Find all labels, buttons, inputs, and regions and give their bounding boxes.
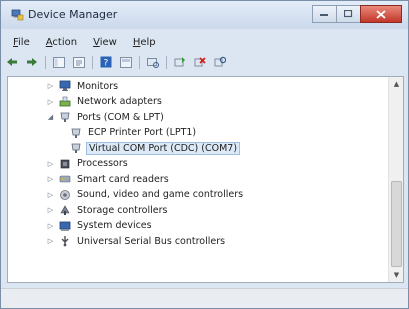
- menu-item-accelerator: V: [93, 37, 100, 48]
- device-tree-pane[interactable]: ▷ Monitors ▷ Network adapters ◢ Ports (COM & …: [7, 76, 404, 283]
- scan-hardware-icon: [147, 57, 159, 68]
- toolbar: ?: [5, 53, 233, 71]
- device-manager-window: Device Manager File Action View Help ? ▷…: [0, 0, 409, 309]
- tree-node-label: Processors: [77, 158, 128, 169]
- tree-node-label: Monitors: [77, 80, 119, 92]
- menu-bar: File Action View Help: [5, 37, 164, 51]
- sound-icon: [59, 189, 71, 201]
- uninstall-icon: [194, 57, 206, 67]
- menu-item[interactable]: Help: [125, 37, 164, 51]
- menu-item-label: ction: [52, 37, 78, 48]
- forward-icon: [27, 58, 37, 66]
- device-category[interactable]: ▷ Network adapters: [46, 95, 164, 109]
- uninstall-button[interactable]: [193, 55, 207, 69]
- tree-node-label: Smart card readers: [77, 173, 169, 185]
- svg-text:?: ?: [104, 59, 109, 69]
- collapsed-arrow-icon[interactable]: ▷: [46, 206, 55, 215]
- network-adapter-icon: [59, 96, 71, 108]
- usb-icon: [59, 235, 71, 247]
- expanded-arrow-icon[interactable]: ◢: [46, 113, 55, 122]
- scroll-down-button[interactable]: ▼: [389, 268, 404, 282]
- properties-icon: [73, 56, 85, 68]
- device-category[interactable]: ◢ Ports (COM & LPT): [46, 110, 166, 124]
- port-icon: [59, 111, 71, 123]
- menu-item-label: iew: [99, 37, 117, 48]
- monitor-icon: [59, 80, 71, 92]
- title-bar[interactable]: Device Manager: [1, 1, 408, 29]
- tree-node-label: System devices: [77, 220, 152, 231]
- device-category[interactable]: ▷ Smart card readers: [46, 172, 171, 186]
- port-icon: [70, 127, 82, 139]
- tree-node-label: ECP Printer Port (LPT1): [88, 127, 197, 138]
- window-title: Device Manager: [28, 8, 118, 21]
- caption-buttons: [312, 5, 402, 23]
- device-category[interactable]: ▷ Processors: [46, 157, 130, 171]
- toolbar-separator: [92, 55, 93, 69]
- menu-item-label: ile: [18, 37, 30, 48]
- menu-item[interactable]: Action: [38, 37, 85, 51]
- minimize-icon: [320, 14, 328, 16]
- collapsed-arrow-icon[interactable]: ▷: [46, 97, 55, 106]
- tree-node-label: Ports (COM & LPT): [77, 111, 164, 123]
- scroll-down-arrow-icon: ▼: [393, 271, 400, 279]
- update-driver-icon: [174, 57, 185, 67]
- device-category[interactable]: ▷ Storage controllers: [46, 203, 169, 217]
- toolbar-separator: [139, 55, 140, 69]
- smart-card-icon: [59, 173, 71, 185]
- device-category[interactable]: ▷ Monitors: [46, 79, 120, 93]
- collapsed-arrow-icon[interactable]: ▷: [46, 221, 55, 230]
- toolbar-separator: [45, 55, 46, 69]
- scan-hardware-button[interactable]: [146, 55, 160, 69]
- processor-icon: [59, 158, 71, 170]
- device-category[interactable]: ▷ Universal Serial Bus controllers: [46, 234, 227, 248]
- menu-item[interactable]: View: [85, 37, 125, 51]
- forward-button[interactable]: [25, 55, 39, 69]
- disable-button[interactable]: [213, 55, 227, 69]
- scrollbar-thumb[interactable]: [391, 181, 402, 267]
- vertical-scrollbar[interactable]: ▲ ▼: [388, 77, 403, 282]
- update-driver-button[interactable]: [173, 55, 187, 69]
- collapsed-arrow-icon[interactable]: ▷: [46, 190, 55, 199]
- close-button[interactable]: [360, 5, 402, 23]
- show-hide-tree-icon: [53, 56, 65, 68]
- tree-node-label: Storage controllers: [77, 204, 168, 216]
- disable-icon: [214, 56, 226, 67]
- menu-item-label: elp: [140, 37, 156, 48]
- properties-button[interactable]: [72, 55, 86, 69]
- storage-icon: [59, 204, 71, 216]
- scroll-up-button[interactable]: ▲: [389, 77, 404, 91]
- status-bar: [1, 288, 408, 308]
- device-item[interactable]: ECP Printer Port (LPT1): [70, 126, 198, 140]
- maximize-button[interactable]: [336, 5, 361, 23]
- tree-node-label: Virtual COM Port (CDC) (COM7): [86, 141, 241, 155]
- minimize-button[interactable]: [312, 5, 337, 23]
- system-device-icon: [59, 220, 71, 232]
- back-icon: [7, 58, 17, 66]
- toolbar-separator: [166, 55, 167, 69]
- refresh-icon: [120, 56, 132, 68]
- maximize-icon: [344, 10, 353, 18]
- menu-item[interactable]: File: [5, 37, 38, 51]
- help-button[interactable]: ?: [99, 55, 113, 69]
- collapsed-arrow-icon[interactable]: ▷: [46, 237, 55, 246]
- tree-node-label: Sound, video and game controllers: [77, 189, 244, 200]
- device-category[interactable]: ▷ Sound, video and game controllers: [46, 188, 245, 202]
- tree-node-label: Network adapters: [77, 96, 162, 107]
- help-icon: ?: [100, 56, 112, 68]
- collapsed-arrow-icon[interactable]: ▷: [46, 82, 55, 91]
- refresh-button[interactable]: [119, 55, 133, 69]
- device-category[interactable]: ▷ System devices: [46, 219, 154, 233]
- close-icon: [376, 9, 386, 19]
- device-manager-icon: [11, 9, 24, 21]
- show-hide-tree-button[interactable]: [52, 55, 66, 69]
- tree-node-label: Universal Serial Bus controllers: [77, 235, 226, 247]
- collapsed-arrow-icon[interactable]: ▷: [46, 159, 55, 168]
- device-item[interactable]: Virtual COM Port (CDC) (COM7): [70, 141, 241, 155]
- scroll-up-arrow-icon: ▲: [393, 80, 400, 88]
- back-button[interactable]: [5, 55, 19, 69]
- collapsed-arrow-icon[interactable]: ▷: [46, 175, 55, 184]
- port-icon: [70, 142, 82, 154]
